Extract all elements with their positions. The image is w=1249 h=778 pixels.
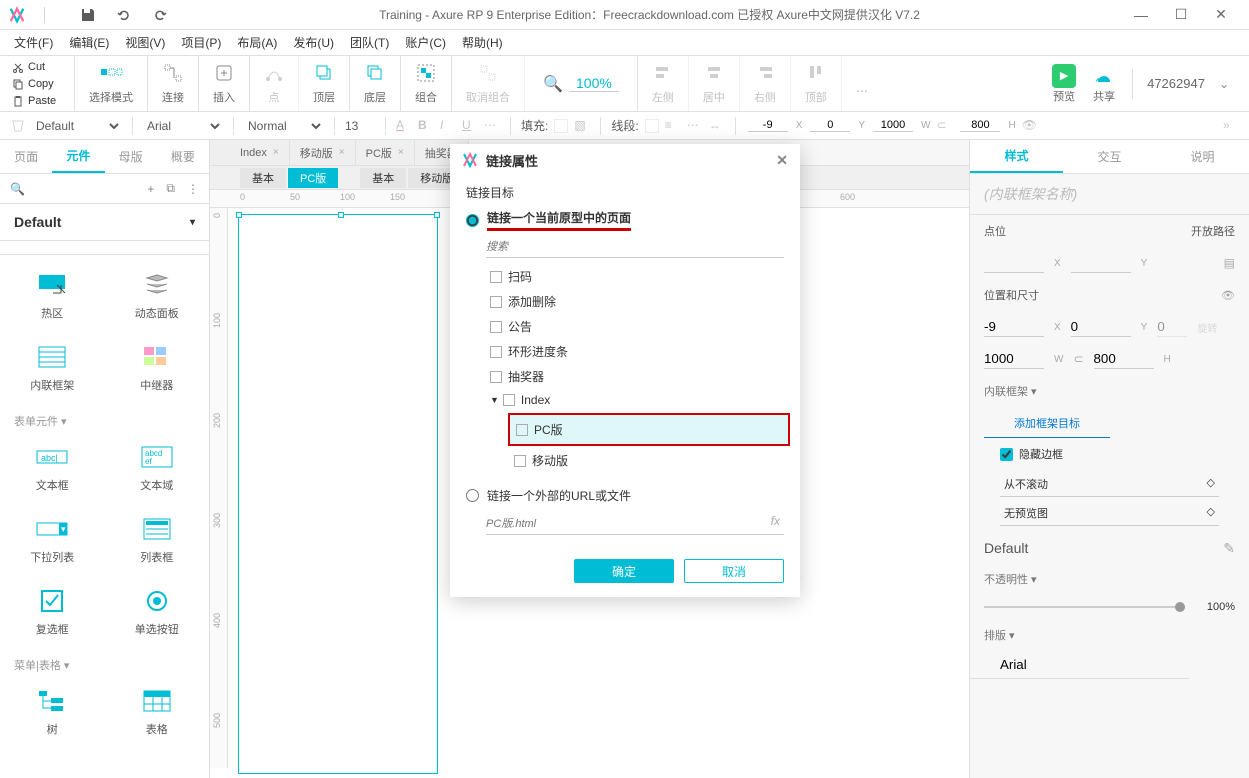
modal-overlay: 链接属性 ✕ 链接目标 链接一个当前原型中的页面 扫码 添加删除 公告 环形进度…	[0, 0, 1249, 778]
url-input[interactable]	[486, 514, 784, 535]
link-target-label: 链接目标	[466, 184, 784, 201]
tree-node[interactable]: 环形进度条	[490, 339, 784, 364]
close-icon[interactable]: ✕	[776, 152, 788, 169]
radio-internal-page[interactable]: 链接一个当前原型中的页面	[466, 209, 784, 231]
radio-external-url[interactable]: 链接一个外部的URL或文件	[466, 487, 784, 504]
cancel-button[interactable]: 取消	[684, 559, 784, 583]
tree-node[interactable]: 添加删除	[490, 289, 784, 314]
tree-node[interactable]: 抽奖器	[490, 364, 784, 389]
tree-node-index[interactable]: ▼Index	[490, 389, 784, 411]
modal-title: 链接属性	[486, 151, 538, 170]
link-properties-modal: 链接属性 ✕ 链接目标 链接一个当前原型中的页面 扫码 添加删除 公告 环形进度…	[450, 144, 800, 597]
tree-node-pc-selected[interactable]: PC版	[508, 413, 790, 446]
ok-button[interactable]: 确定	[574, 559, 674, 583]
app-logo-icon	[462, 152, 478, 168]
tree-node[interactable]: 公告	[490, 314, 784, 339]
fx-icon[interactable]: fx	[771, 514, 780, 528]
page-search-input[interactable]	[486, 237, 784, 258]
tree-node-mobile[interactable]: 移动版	[514, 448, 784, 473]
tree-node[interactable]: 扫码	[490, 264, 784, 289]
page-tree: 扫码 添加删除 公告 环形进度条 抽奖器 ▼Index PC版 移动版	[490, 264, 784, 473]
